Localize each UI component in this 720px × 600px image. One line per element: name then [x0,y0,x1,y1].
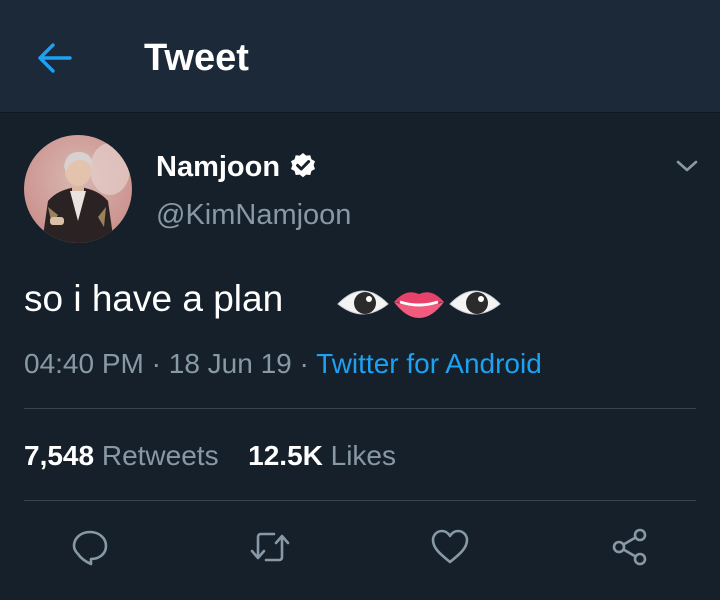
divider [24,500,696,501]
lips-emoji [394,292,444,318]
user-handle[interactable]: @KimNamjoon [156,198,351,232]
eye-emoji [449,290,501,315]
likes-label: Likes [330,440,397,471]
tweet-stats: 7,548 Retweets 12.5K Likes [24,434,396,478]
retweet-icon [250,532,290,562]
separator: · [151,348,161,379]
tweet-actions [0,523,720,571]
tweet-timestamp: 04:40 PM · 18 Jun 19 · Twitter for Andro… [24,344,542,384]
retweets-label: Retweets [101,440,219,471]
top-bar: Tweet [0,0,720,113]
back-button[interactable] [30,34,78,82]
retweet-button[interactable] [246,523,294,571]
eye-emoji [337,290,389,315]
page-title: Tweet [144,37,249,79]
chevron-down-icon [676,160,698,172]
display-name[interactable]: Namjoon [156,150,280,184]
tweet-emojis [336,282,502,322]
tweet-source-link[interactable]: Twitter for Android [316,348,542,379]
likes-stat[interactable]: 12.5K Likes [248,434,396,478]
divider [24,408,696,409]
avatar[interactable] [24,135,132,243]
profile-photo [24,135,132,243]
reply-button[interactable] [66,523,114,571]
reply-icon [72,530,108,566]
more-options-button[interactable] [671,150,703,182]
arrow-left-icon [38,43,72,73]
retweets-count: 7,548 [24,440,95,471]
likes-count: 12.5K [248,440,323,471]
tweet-date: 18 Jun 19 [168,348,292,379]
separator: · [299,348,309,379]
heart-icon [431,529,469,564]
share-icon [612,528,647,566]
like-button[interactable] [426,523,474,571]
share-button[interactable] [606,523,654,571]
verified-badge-icon [289,152,317,180]
tweet-text: so i have a plan [24,278,284,319]
tweet-time: 04:40 PM [24,348,144,379]
retweets-stat[interactable]: 7,548 Retweets [24,434,219,478]
